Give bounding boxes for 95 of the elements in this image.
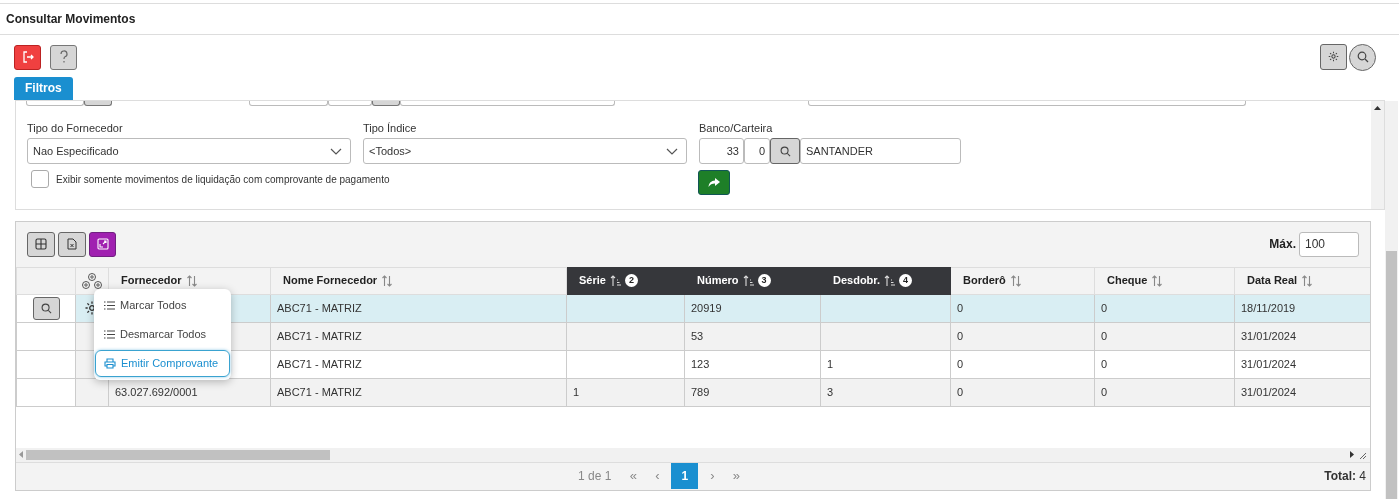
search-icon — [1356, 51, 1369, 63]
table-cell: 1 — [573, 385, 580, 398]
expand-icon — [96, 238, 109, 250]
column-header[interactable]: Série 2 — [566, 267, 685, 294]
settings-button[interactable] — [1320, 43, 1347, 70]
menu-item[interactable]: Desmarcar Todos — [95, 320, 230, 348]
search-button[interactable] — [32, 296, 60, 320]
spreadsheet-file-icon — [67, 238, 77, 250]
table-cell: 0 — [957, 329, 964, 342]
table-cell: 0 — [1101, 329, 1108, 342]
scrollbar[interactable] — [1385, 101, 1398, 499]
table-cell: 0 — [957, 385, 964, 398]
list-icon — [104, 329, 115, 339]
table-cell: ABC71 - MATRIZ — [277, 357, 362, 370]
table-cell: 63.027.692/0001 — [115, 385, 198, 398]
table-cell: 0 — [957, 301, 964, 314]
table-cell: 789 — [691, 385, 710, 398]
table-row[interactable]: 63.027.692/0001 ABC71 - MATRIZ 1 789 3 0 0 31/01/2024 — [16, 378, 1370, 406]
window-title: Consultar Movimentos — [6, 11, 136, 28]
input-field[interactable] — [249, 100, 328, 106]
expand-button[interactable] — [89, 231, 116, 257]
settings-icon — [1328, 51, 1339, 62]
scroll-right-icon[interactable] — [1350, 451, 1354, 458]
table-cell: ABC71 - MATRIZ — [277, 301, 362, 314]
page-button[interactable]: 1 — [671, 463, 699, 489]
search-icon — [40, 302, 52, 314]
input-field[interactable]: SANTANDER — [800, 138, 961, 164]
table-cell: 31/01/2024 — [1241, 385, 1297, 398]
table-cell: 31/01/2024 — [1241, 357, 1297, 370]
field-label: Tipo Índice — [363, 120, 418, 136]
max-field[interactable]: 100 — [1299, 231, 1359, 257]
column-header[interactable]: Número 3 — [684, 267, 821, 294]
dropdown[interactable]: <Todos> — [363, 138, 687, 164]
table-cell: 0 — [1101, 301, 1108, 314]
lookup-button[interactable] — [770, 138, 800, 164]
input-field[interactable]: 33 — [699, 138, 744, 164]
column-header[interactable]: Borderô — [950, 267, 1095, 294]
table-cell: 0 — [1101, 357, 1108, 370]
scroll-up-icon[interactable] — [1374, 105, 1381, 110]
max-label: Máx. — [1269, 236, 1296, 253]
field-label: Banco/Carteira — [699, 120, 774, 136]
table-cell: 0 — [1101, 385, 1108, 398]
table-cell: 31/01/2024 — [1241, 329, 1297, 342]
table-cell: ABC71 - MATRIZ — [277, 385, 362, 398]
chevron-down-icon — [330, 147, 342, 155]
table-cell: 20919 — [691, 301, 722, 314]
layout-button[interactable] — [27, 231, 55, 257]
chevron-down-icon — [666, 147, 678, 155]
column-header[interactable]: Cheque — [1094, 267, 1235, 294]
table-cell: 3 — [827, 385, 834, 398]
input-field[interactable] — [26, 100, 84, 106]
sort-order-badge: 2 — [624, 274, 638, 287]
printer-icon — [104, 357, 116, 369]
scrollbar-thumb[interactable] — [26, 449, 330, 460]
menu-item[interactable]: Emitir Comprovante — [95, 349, 230, 377]
help-button[interactable] — [50, 44, 77, 70]
column-header[interactable]: Data Real — [1234, 267, 1370, 294]
dropdown[interactable]: Nao Especificado — [27, 138, 351, 164]
total-count: Total: 4 — [1324, 468, 1366, 485]
exit-icon — [21, 51, 34, 63]
column-header[interactable]: Desdobr. 4 — [820, 267, 951, 294]
field-label: Tipo do Fornecedor — [27, 120, 124, 136]
scrollbar-thumb[interactable] — [1386, 251, 1397, 499]
grid-icon — [35, 238, 47, 250]
lookup-button[interactable] — [372, 100, 400, 106]
search-button[interactable] — [1349, 43, 1376, 71]
input-field[interactable] — [808, 100, 1246, 106]
lookup-button[interactable] — [84, 100, 112, 106]
table-cell: 18/11/2019 — [1241, 301, 1296, 314]
column-header[interactable]: Nome Fornecedor — [270, 267, 567, 294]
table-cell: 0 — [957, 357, 964, 370]
share-arrow-icon — [708, 177, 720, 188]
export-button[interactable] — [58, 231, 86, 257]
question-icon — [58, 50, 69, 64]
page-info: 1 de 1 — [578, 468, 612, 485]
checkbox[interactable] — [31, 170, 49, 188]
table-cell: 1 — [827, 357, 834, 370]
sort-order-badge: 4 — [899, 274, 913, 287]
gears-icon[interactable] — [80, 270, 104, 291]
input-field[interactable]: 0 — [744, 138, 770, 164]
sort-order-badge: 3 — [757, 274, 771, 287]
scroll-left-icon[interactable] — [19, 451, 23, 458]
filters-tab[interactable]: Filtros — [14, 76, 73, 100]
table-cell: ABC71 - MATRIZ — [277, 329, 362, 342]
input-field[interactable] — [400, 100, 615, 106]
input-field[interactable] — [328, 100, 372, 106]
apply-button[interactable] — [698, 170, 730, 195]
scrollbar[interactable] — [1371, 100, 1384, 209]
list-icon — [104, 300, 115, 310]
search-icon — [779, 145, 791, 157]
exit-button[interactable] — [14, 44, 41, 70]
menu-item[interactable]: Marcar Todos — [95, 291, 230, 319]
table-cell: 123 — [691, 357, 710, 370]
checkbox-label: Exibir somente movimentos de liquidação com comprovante de pagamento — [56, 172, 390, 187]
table-cell: 53 — [691, 329, 704, 342]
